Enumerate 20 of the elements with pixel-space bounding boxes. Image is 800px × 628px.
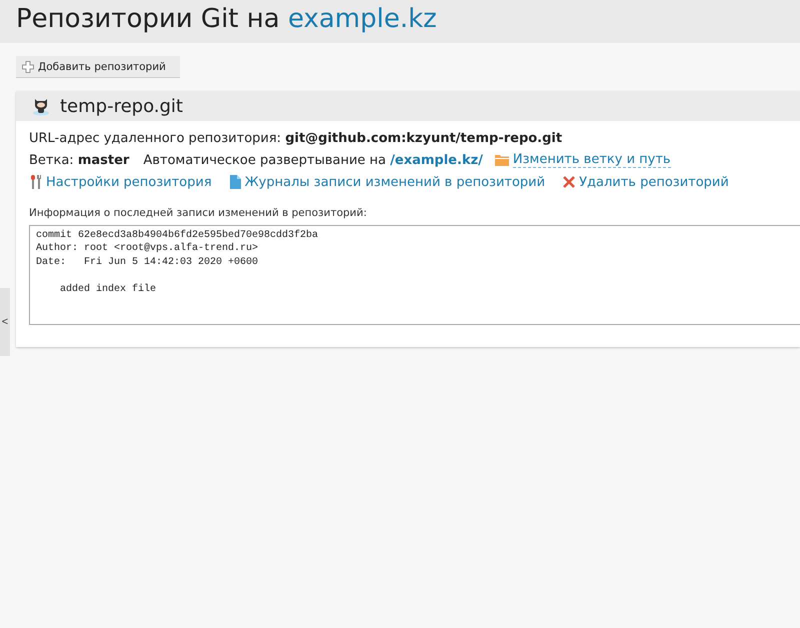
document-icon	[230, 175, 241, 189]
remote-url-text: URL-адрес удаленного репозитория: git@github.com:kzyunt/temp-repo.git	[29, 130, 562, 146]
delete-link[interactable]: Удалить репозиторий	[579, 174, 729, 190]
commit-info-label: Информация о последней записи изменений в репозиторий:	[29, 207, 368, 221]
change-branch-link[interactable]: Изменить ветку и путь	[512, 152, 671, 168]
folder-icon	[494, 154, 509, 166]
close-icon	[563, 176, 576, 188]
domain-link[interactable]: example.kz	[288, 4, 437, 34]
add-repository-button[interactable]: Добавить репозиторий	[16, 56, 180, 78]
commit-log-field[interactable]: commit 62e8ecd3a8b4904b6fd2e595bed70e98cdd3f2ba Author: root <root@vps.alfa-trend.ru> Date: Fri Jun 5 14:42:03 2020 +0600 added index file	[29, 225, 800, 325]
repository-name: temp-repo.git	[60, 96, 183, 116]
settings-link[interactable]: Настройки репозитория	[46, 174, 212, 190]
branch-text: Ветка: master	[29, 152, 130, 168]
collapse-toggle[interactable]: <	[0, 288, 10, 356]
log-link[interactable]: Журналы записи изменений в репозиторий	[244, 174, 546, 190]
plus-icon	[22, 60, 34, 72]
deploy-text: Автоматическое развертывание на /example.kz/	[143, 152, 483, 168]
page-title: Репозитории Git на	[16, 4, 280, 34]
octocat-icon	[32, 96, 50, 116]
tools-icon	[29, 175, 42, 189]
